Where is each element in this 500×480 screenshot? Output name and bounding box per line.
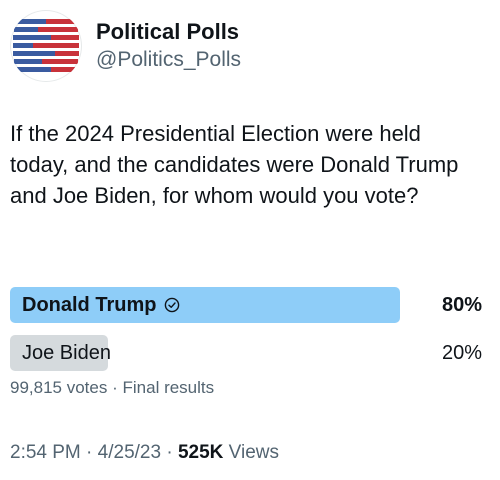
tweet-text: If the 2024 Presidential Election were h… [10, 121, 459, 208]
account-names: Political Polls @Politics_Polls [96, 18, 241, 74]
avatar[interactable] [10, 10, 82, 82]
tweet-header: Political Polls @Politics_Polls [10, 10, 241, 82]
tweet-footer: 2:54 PM · 4/25/23 · 525K Views [10, 442, 279, 464]
poll-meta: 99,815 votes · Final results [10, 378, 214, 398]
tweet-date[interactable]: 4/25/23 [98, 442, 161, 463]
check-circle-icon [164, 297, 180, 313]
poll-option-percent: 80% [441, 294, 482, 316]
separator: · [112, 378, 118, 397]
poll-votes: 99,815 votes [10, 378, 108, 397]
separator: · [86, 442, 93, 463]
poll-option-trump: Donald Trump 80% [10, 287, 482, 325]
poll-status: Final results [122, 378, 215, 397]
poll-option-name: Donald Trump [22, 294, 157, 316]
tweet-time[interactable]: 2:54 PM [10, 442, 81, 463]
flag-stripes-logo-icon [13, 19, 79, 72]
display-name[interactable]: Political Polls [96, 18, 241, 46]
poll: Donald Trump 80% Joe Biden 20% [10, 287, 482, 383]
poll-option-label: Donald Trump [22, 287, 180, 323]
poll-option-percent: 20% [441, 342, 482, 364]
account-handle[interactable]: @Politics_Polls [96, 46, 241, 74]
views-count[interactable]: 525K [178, 442, 223, 463]
poll-option-biden: Joe Biden 20% [10, 335, 482, 373]
poll-option-label: Joe Biden [22, 335, 111, 371]
poll-option-name: Joe Biden [22, 342, 111, 364]
views-label: Views [228, 442, 279, 463]
separator: · [166, 442, 173, 463]
